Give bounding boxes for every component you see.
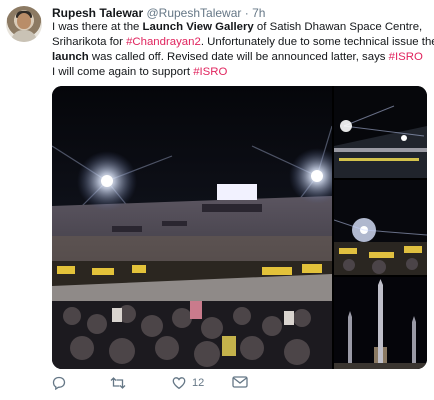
hashtag-link[interactable]: #Chandrayan2 <box>126 36 201 48</box>
like-count: 12 <box>192 377 205 389</box>
author-name[interactable]: Rupesh Talewar <box>52 6 143 20</box>
photo-rockets-on-display[interactable] <box>334 277 427 369</box>
retweet-button[interactable] <box>110 376 126 390</box>
retweet-icon <box>110 377 126 389</box>
text-segment: of Satish Dhawan Space Centre, <box>253 21 423 33</box>
text-segment: . Unfortunately due to some technical is… <box>200 36 434 48</box>
tweet-text-line: Sriharikota for #Chandrayan2. Unfortunat… <box>52 35 434 50</box>
tweet-text-line: I will come again to support #ISRO <box>52 65 428 80</box>
meta-separator: · <box>244 6 249 20</box>
text-segment: was called off. Revised date will be ann… <box>88 51 389 63</box>
tweet-timestamp[interactable]: 7h <box>252 6 265 20</box>
tweet-header: Rupesh Talewar @RupeshTalewar · 7h <box>52 6 265 20</box>
hashtag-link[interactable]: #ISRO <box>193 66 227 78</box>
dm-button[interactable] <box>232 376 248 388</box>
tweet-actions: 12 <box>52 376 412 392</box>
text-segment: Sriharikota for <box>52 36 127 48</box>
tweet-card[interactable]: Rupesh Talewar @RupeshTalewar · 7h I was… <box>0 0 434 400</box>
photo-night-stadium-lights[interactable] <box>334 86 427 178</box>
tweet-text: I was there at the Launch View Gallery o… <box>52 20 434 80</box>
avatar[interactable] <box>6 6 42 42</box>
media-grid <box>52 86 427 369</box>
author-handle[interactable]: @RupeshTalewar <box>146 6 241 20</box>
heart-icon <box>172 377 186 390</box>
like-button[interactable]: 12 <box>172 376 204 390</box>
tweet-text-line: launch was called off. Revised date will… <box>52 50 428 65</box>
reply-icon <box>52 376 66 390</box>
text-bold-segment: Launch View Gallery <box>142 21 254 33</box>
reply-button[interactable] <box>52 376 66 390</box>
text-bold-segment: launch <box>52 51 89 63</box>
photo-launch-gallery-crowd[interactable] <box>52 86 332 369</box>
photo-crowd-lights[interactable] <box>334 180 427 275</box>
text-segment: I will come again to support <box>52 66 194 78</box>
tweet-text-line: I was there at the Launch View Gallery o… <box>52 20 428 35</box>
text-segment: I was there at the <box>52 21 143 33</box>
hashtag-link[interactable]: #ISRO <box>389 51 423 63</box>
envelope-icon <box>232 376 248 388</box>
